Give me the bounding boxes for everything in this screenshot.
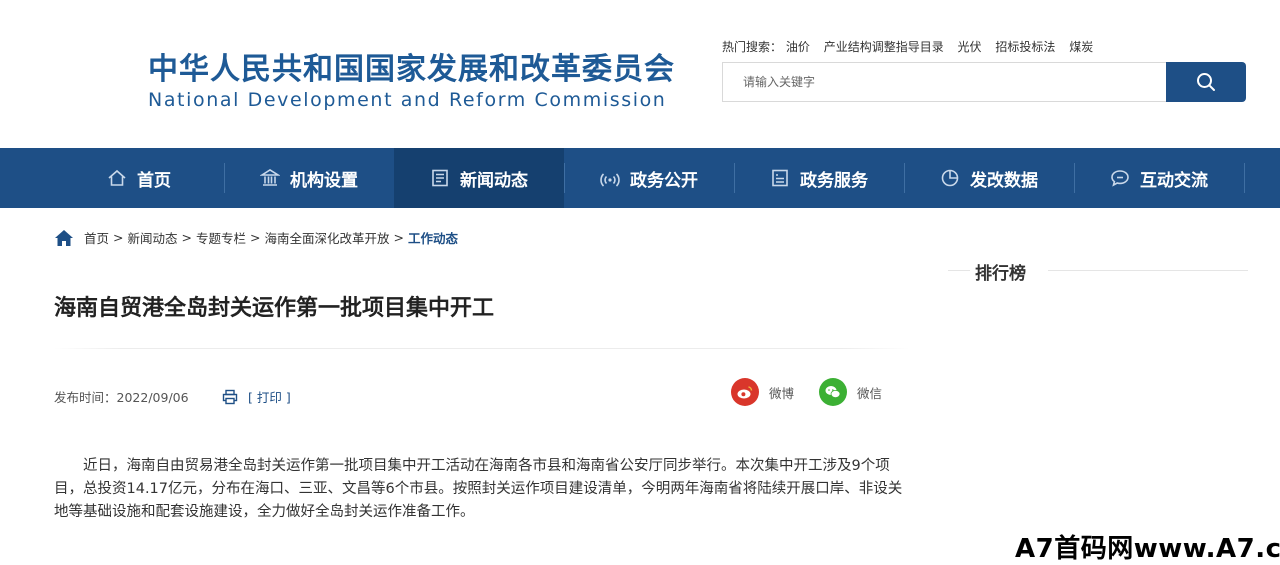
hot-search-link[interactable]: 产业结构调整指导目录: [824, 40, 944, 54]
article-title: 海南自贸港全岛封关运作第一批项目集中开工: [54, 296, 495, 321]
chat-icon: [1111, 170, 1129, 187]
share-wechat-label: 微信: [857, 385, 883, 401]
logo-english: National Development and Reform Commissi…: [148, 89, 667, 111]
breadcrumb-current[interactable]: 工作动态: [408, 228, 458, 247]
publish-info: 发布时间：2022/09/06: [54, 387, 189, 406]
share-wechat[interactable]: 微信: [819, 378, 882, 406]
search-icon: [1197, 73, 1215, 91]
broadcast-icon: [600, 173, 620, 187]
breadcrumb-link[interactable]: 海南全面深化改革开放: [265, 228, 390, 247]
home-icon: [108, 169, 126, 186]
hot-search-link[interactable]: 油价: [786, 40, 810, 54]
ranking-title: 排行榜: [975, 259, 1036, 284]
hot-search-link[interactable]: 招标投标法: [995, 40, 1055, 54]
main-nav: 首页 机构设置 新闻动态 政务公开 政务服务 发改数据 互动交流: [0, 148, 1280, 208]
breadcrumb-separator: >: [250, 230, 261, 245]
article-body: 近日，海南自由贸易港全岛封关运作第一批项目集中开工活动在海南各市县和海南省公安厅…: [54, 458, 903, 520]
share-weibo-label: 微博: [769, 385, 795, 401]
share-weibo[interactable]: 微博: [731, 378, 794, 406]
nav-item-gov-service[interactable]: 政务服务: [734, 148, 904, 208]
breadcrumb-separator: >: [181, 230, 192, 245]
breadcrumb-link[interactable]: 专题专栏: [196, 228, 246, 247]
building-icon: [260, 169, 280, 186]
print-label: [ 打印 ]: [248, 390, 291, 405]
nav-divider: [1244, 163, 1245, 193]
rank-divider-left: [948, 270, 970, 271]
print-button[interactable]: [ 打印 ]: [222, 387, 291, 406]
search-button[interactable]: [1166, 62, 1246, 102]
site-logo[interactable]: 中华人民共和国国家发展和改革委员会 National Development a…: [148, 52, 675, 112]
nav-item-label: 首页: [137, 170, 171, 191]
search-input[interactable]: [722, 62, 1188, 102]
home-icon[interactable]: [54, 229, 74, 247]
publish-label: 发布时间：: [54, 390, 117, 405]
pie-chart-icon: [941, 169, 959, 187]
hot-search-link[interactable]: 煤炭: [1069, 40, 1093, 54]
nav-item-label: 政务公开: [630, 170, 698, 191]
hot-search: 热门搜索： 油价 产业结构调整指导目录 光伏 招标投标法 煤炭: [722, 38, 1093, 55]
breadcrumb-link[interactable]: 首页: [84, 228, 109, 247]
breadcrumb-link[interactable]: 新闻动态: [128, 228, 178, 247]
hot-search-label: 热门搜索：: [722, 40, 783, 54]
breadcrumb-separator: >: [393, 230, 404, 245]
news-icon: [432, 169, 448, 187]
nav-item-organization[interactable]: 机构设置: [224, 148, 394, 208]
nav-item-label: 政务服务: [800, 170, 868, 191]
ranking-panel: 排行榜: [948, 259, 1248, 284]
nav-item-home[interactable]: 首页: [54, 148, 224, 208]
watermark: A7首码网www.A7.cn: [1015, 534, 1280, 564]
rank-divider-right: [1048, 270, 1248, 271]
nav-item-gov-affairs[interactable]: 政务公开: [564, 148, 734, 208]
publish-date: 2022/09/06: [116, 390, 189, 405]
document-icon: [772, 169, 788, 187]
printer-icon: [222, 389, 238, 404]
weibo-icon: [731, 378, 759, 406]
title-divider: [54, 348, 910, 349]
nav-item-label: 互动交流: [1140, 170, 1208, 191]
breadcrumb-separator: >: [113, 230, 124, 245]
nav-item-news[interactable]: 新闻动态: [394, 148, 564, 208]
site-header: 中华人民共和国国家发展和改革委员会 National Development a…: [0, 0, 1280, 148]
nav-item-label: 机构设置: [290, 170, 358, 191]
nav-item-data[interactable]: 发改数据: [904, 148, 1074, 208]
breadcrumb: 首页 > 新闻动态 > 专题专栏 > 海南全面深化改革开放 > 工作动态: [54, 228, 458, 247]
search-box: [722, 62, 1246, 102]
nav-item-interaction[interactable]: 互动交流: [1074, 148, 1244, 208]
nav-item-label: 发改数据: [970, 170, 1038, 191]
hot-search-link[interactable]: 光伏: [958, 40, 982, 54]
nav-item-label: 新闻动态: [460, 170, 528, 191]
logo-chinese: 中华人民共和国国家发展和改革委员会: [148, 52, 675, 87]
wechat-icon: [819, 378, 847, 406]
